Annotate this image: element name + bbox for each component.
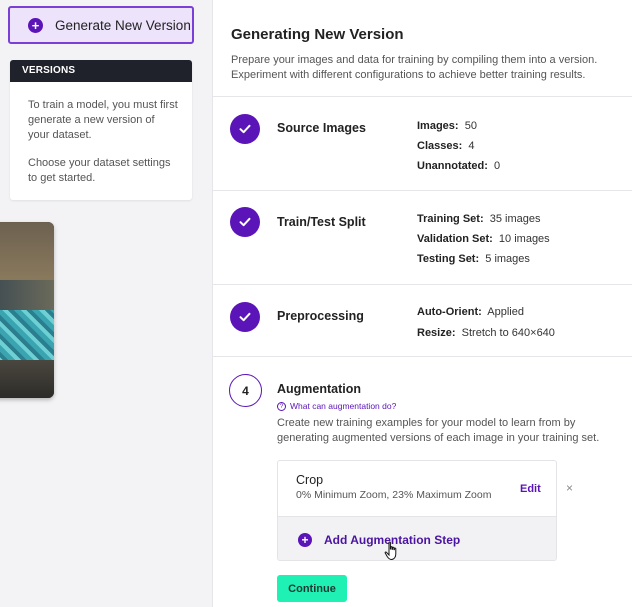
check-icon	[230, 302, 260, 332]
info-auto-orient: Auto-Orient: Applied	[417, 306, 524, 318]
divider	[213, 284, 632, 285]
step-title-augmentation: Augmentation	[277, 382, 362, 396]
versions-card: VERSIONS To train a model, you must firs…	[10, 60, 192, 200]
remove-augmentation-button[interactable]: ×	[566, 481, 573, 495]
versions-header: VERSIONS	[10, 60, 192, 82]
divider	[213, 356, 632, 357]
versions-text-1: To train a model, you must first generat…	[28, 99, 178, 141]
info-training-set: Training Set: 35 images	[417, 213, 541, 225]
info-testing-set: Testing Set: 5 images	[417, 253, 530, 265]
augmentation-help-link[interactable]: ? What can augmentation do?	[277, 401, 396, 411]
divider	[213, 96, 632, 97]
augmentation-description: Create new training examples for your mo…	[277, 417, 600, 444]
plus-circle-icon: +	[298, 532, 312, 547]
page-description: Prepare your images and data for trainin…	[231, 54, 598, 81]
step-number-badge: 4	[229, 374, 262, 407]
divider	[213, 190, 632, 191]
step-title-source-images: Source Images	[277, 121, 366, 135]
generate-button-label: Generate New Version	[55, 17, 191, 33]
info-classes: Classes: 4	[417, 140, 475, 152]
augmentation-detail: 0% Minimum Zoom, 23% Maximum Zoom	[296, 489, 492, 501]
edit-augmentation-button[interactable]: Edit	[520, 483, 541, 495]
page-title: Generating New Version	[231, 26, 404, 43]
hand-cursor-icon	[384, 541, 397, 561]
info-validation-set: Validation Set: 10 images	[417, 233, 550, 245]
versions-text-2: Choose your dataset settings to get star…	[28, 157, 171, 184]
step-title-preprocessing: Preprocessing	[277, 309, 364, 323]
main-panel: Generating New Version Prepare your imag…	[212, 0, 632, 607]
continue-button[interactable]: Continue	[277, 575, 347, 602]
info-images: Images: 50	[417, 120, 477, 132]
help-icon: ?	[277, 401, 286, 411]
plus-circle-icon: +	[28, 17, 43, 33]
augmentation-help-label: What can augmentation do?	[290, 401, 397, 411]
add-augmentation-step-button[interactable]: + Add Augmentation Step	[278, 516, 556, 560]
augmentation-name: Crop	[296, 473, 324, 487]
generate-new-version-button[interactable]: + Generate New Version	[8, 6, 194, 44]
step-title-train-test-split: Train/Test Split	[277, 215, 366, 229]
info-unannotated: Unannotated: 0	[417, 160, 501, 172]
dataset-preview-image[interactable]	[0, 222, 54, 398]
check-icon	[230, 114, 260, 144]
info-resize: Resize: Stretch to 640×640	[417, 327, 555, 339]
check-icon	[230, 207, 260, 237]
augmentation-list: Crop 0% Minimum Zoom, 23% Maximum Zoom E…	[277, 460, 557, 561]
